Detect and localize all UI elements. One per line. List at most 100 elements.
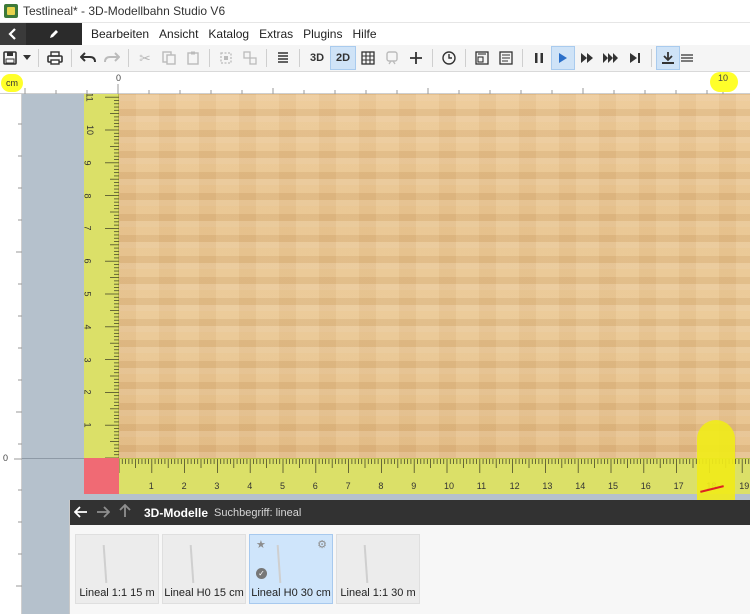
ruler-model-vertical[interactable]: 1 2 3 4 5 6 7 8 9 10 11 (82, 94, 119, 458)
train-button[interactable] (380, 46, 404, 70)
catalog-item-label: Lineal H0 15 cm (164, 587, 244, 599)
ruler-number: 16 (640, 481, 651, 491)
toolbar-separator (71, 49, 72, 67)
toolbar-separator (128, 49, 129, 67)
menu-item-katalog[interactable]: Katalog (203, 23, 254, 45)
ruler-label-ten: 10 (718, 73, 729, 83)
menu-item-ansicht[interactable]: Ansicht (154, 23, 203, 45)
download-icon (662, 52, 674, 64)
favorite-star-icon[interactable]: ★ (256, 538, 266, 551)
save-dropdown-button[interactable] (20, 46, 34, 70)
menu-item-bearbeiten[interactable]: Bearbeiten (86, 23, 154, 45)
scissors-icon: ✂ (139, 49, 151, 66)
ruler-number: 3 (82, 357, 93, 363)
ruler-number: 9 (82, 160, 93, 166)
edit-mode-button[interactable] (26, 23, 82, 45)
gear-icon[interactable]: ⚙ (317, 538, 327, 551)
ruler-number: 4 (247, 481, 253, 491)
redo-button[interactable] (100, 46, 124, 70)
vertical-ruler-scale (105, 96, 119, 458)
view-2d-button[interactable]: 2D (330, 46, 356, 70)
ruler-number: 2 (82, 389, 93, 395)
arrow-left-icon (73, 505, 87, 518)
toolbar-separator (432, 49, 433, 67)
back-button[interactable] (0, 23, 26, 45)
catalog-item[interactable]: ★ ⚙ ✓ Lineal H0 30 cm (249, 534, 333, 604)
ruler-number: 11 (84, 94, 95, 102)
nav-up-button[interactable] (114, 503, 136, 521)
notes-button[interactable] (494, 46, 518, 70)
catalog-panel: 3D-Modelle Suchbegriff: lineal Lineal 1:… (69, 500, 750, 614)
installed-check-icon: ✓ (256, 568, 267, 579)
copy-icon (162, 51, 176, 65)
layers-button[interactable] (271, 46, 295, 70)
menu-bar: Bearbeiten Ansicht Katalog Extras Plugins Hil… (0, 23, 750, 45)
add-button[interactable] (404, 46, 428, 70)
fast-forward-button[interactable] (575, 46, 599, 70)
ruler-number: 15 (608, 481, 619, 491)
print-button[interactable] (43, 46, 67, 70)
ruler-origin-marker[interactable] (84, 458, 119, 494)
ruler-number: 5 (280, 481, 286, 491)
pause-button[interactable] (527, 46, 551, 70)
list-lines-icon (278, 52, 288, 63)
document-icon (499, 51, 513, 65)
save-button[interactable] (0, 46, 20, 70)
ruler-label-zero-vertical: 0 (3, 453, 9, 463)
plus-icon (410, 52, 422, 64)
ruler-number: 4 (82, 324, 93, 330)
toolbar: ✂ 3D 2D (0, 45, 750, 72)
step-forward-button[interactable] (623, 46, 647, 70)
skip-forward-icon (630, 53, 640, 63)
catalog-items: Lineal 1:1 15 m Lineal H0 15 cm ★ ⚙ ✓ Lineal … (75, 534, 420, 604)
ruler-number: 7 (345, 481, 351, 491)
ruler-number: 3 (214, 481, 220, 491)
faster-forward-button[interactable] (599, 46, 623, 70)
undo-button[interactable] (76, 46, 100, 70)
triple-forward-icon (603, 53, 618, 63)
menu-item-plugins[interactable]: Plugins (298, 23, 347, 45)
ungroup-button[interactable] (238, 46, 262, 70)
undo-icon (80, 52, 96, 63)
view-3d-button[interactable]: 3D (304, 46, 330, 70)
toolbar-separator (465, 49, 466, 67)
cut-button[interactable]: ✂ (133, 46, 157, 70)
left-ruler-ticks (14, 123, 22, 587)
app-logo-icon (4, 4, 18, 18)
paste-button[interactable] (181, 46, 205, 70)
toolbar-separator (299, 49, 300, 67)
grid-button[interactable] (356, 46, 380, 70)
play-button[interactable] (551, 46, 575, 70)
catalog-item[interactable]: Lineal H0 15 cm (162, 534, 246, 604)
catalog-item[interactable]: Lineal 1:1 30 m (336, 534, 420, 604)
fast-forward-icon (581, 53, 593, 63)
catalog-panel-header: 3D-Modelle Suchbegriff: lineal (70, 500, 750, 525)
ungroup-icon (243, 51, 257, 65)
properties-button[interactable] (470, 46, 494, 70)
pause-icon (535, 53, 543, 63)
ruler-model-horizontal[interactable]: 12345678910111213141516171819 (119, 458, 750, 494)
top-ruler[interactable]: cm 0 10 (0, 72, 750, 94)
wood-baseplate[interactable] (119, 94, 750, 458)
left-ruler[interactable]: 0 (0, 94, 22, 614)
printer-icon (47, 51, 63, 65)
menu-item-extras[interactable]: Extras (254, 23, 298, 45)
ruler-unit-button[interactable]: cm (1, 74, 23, 92)
nav-forward-button[interactable] (92, 505, 114, 521)
ruler-number: 17 (673, 481, 684, 491)
clock-button[interactable] (437, 46, 461, 70)
download-button[interactable] (656, 46, 680, 70)
caret-down-icon (23, 55, 31, 60)
ruler-thumbnail-icon (363, 544, 369, 584)
menu-item-hilfe[interactable]: Hilfe (347, 23, 381, 45)
catalog-search-term: Suchbegriff: lineal (214, 506, 302, 519)
top-ruler-ticks (24, 84, 724, 94)
play-icon (559, 53, 567, 63)
window-title: Testlineal* - 3D-Modellbahn Studio V6 (23, 4, 226, 18)
catalog-item[interactable]: Lineal 1:1 15 m (75, 534, 159, 604)
copy-button[interactable] (157, 46, 181, 70)
group-button[interactable] (214, 46, 238, 70)
nav-back-button[interactable] (70, 505, 92, 521)
more-tools-button[interactable] (680, 46, 694, 70)
arrow-up-icon (119, 503, 131, 517)
